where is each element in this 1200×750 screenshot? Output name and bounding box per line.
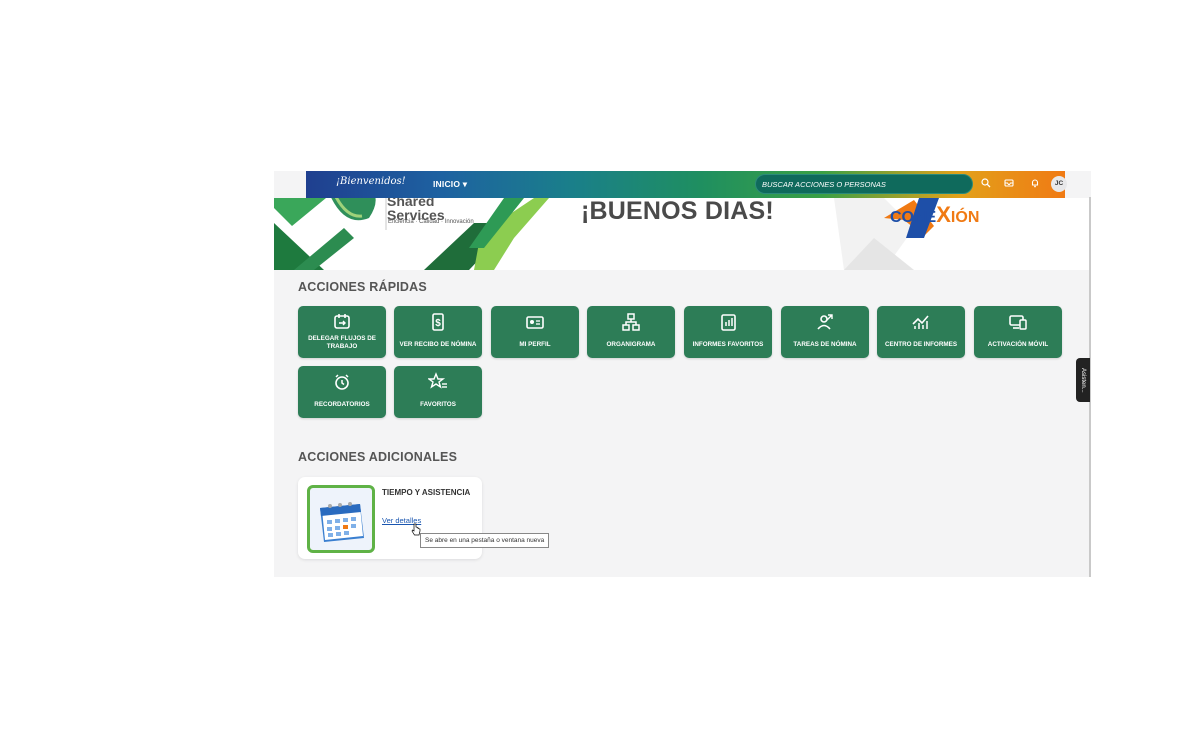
tile-ver-recibo-nomina[interactable]: $ VER RECIBO DE NÓMINA [394, 306, 482, 358]
svg-text:$: $ [435, 318, 441, 329]
tile-centro-informes[interactable]: CENTRO DE INFORMES [877, 306, 965, 358]
conexion-logo-part1: CONE [890, 209, 937, 226]
additional-actions-title: ACCIONES ADICIONALES [298, 450, 458, 464]
top-left-strip [274, 171, 306, 198]
brand-tagline: Eficiencia · Calidad · Innovación [388, 219, 474, 225]
star-list-icon [394, 372, 482, 390]
tile-label: ACTIVACIÓN MÓVIL [987, 341, 1049, 348]
tile-label: DELEGAR FLUJOS DE TRABAJO [308, 335, 376, 350]
conexion-logo: CONEXIÓN [890, 202, 979, 228]
quick-actions-title: ACCIONES RÁPIDAS [298, 280, 427, 294]
tile-label: VER RECIBO DE NÓMINA [399, 341, 477, 348]
inicio-menu-label: INICIO [433, 179, 461, 189]
tooltip: Se abre en una pestaña o ventana nueva [420, 533, 550, 548]
search-icon[interactable] [980, 178, 992, 190]
tile-label: INFORMES FAVORITOS [692, 341, 764, 348]
org-chart-icon [587, 312, 675, 331]
tile-activacion-movil[interactable]: ACTIVACIÓN MÓVIL [974, 306, 1062, 358]
receipt-dollar-icon: $ [394, 312, 482, 331]
tile-informes-favoritos[interactable]: INFORMES FAVORITOS [684, 306, 772, 358]
tile-recordatorios[interactable]: RECORDATORIOS [298, 366, 386, 418]
bell-icon[interactable] [1029, 178, 1041, 190]
card-title: TIEMPO Y ASISTENCIA [382, 488, 471, 497]
tile-label: FAVORITOS [420, 401, 456, 408]
user-avatar[interactable]: JC [1051, 176, 1067, 192]
chevron-down-icon: ▾ [462, 179, 468, 189]
tile-label: CENTRO DE INFORMES [884, 341, 958, 348]
inbox-icon[interactable] [1003, 178, 1015, 190]
tile-tareas-nomina[interactable]: TAREAS DE NÓMINA [781, 306, 869, 358]
tile-label: MI PERFIL [519, 341, 551, 348]
tile-organigrama[interactable]: ORGANIGRAMA [587, 306, 675, 358]
reminder-clock-icon [298, 372, 386, 390]
tile-label: ORGANIGRAMA [606, 341, 656, 348]
tile-delegar-flujos[interactable]: DELEGAR FLUJOS DE TRABAJO [298, 306, 386, 358]
conexion-logo-x: X [936, 202, 951, 227]
search-box[interactable] [755, 174, 973, 194]
mobile-device-icon [974, 312, 1062, 330]
analytics-icon [877, 312, 965, 330]
search-input[interactable] [762, 178, 962, 191]
calendar-arrow-icon [298, 312, 386, 330]
inicio-menu[interactable]: INICIO ▾ [433, 179, 467, 190]
tile-label: TAREAS DE NÓMINA [793, 341, 857, 348]
greeting-title: ¡BUENOS DIAS! [581, 198, 774, 225]
app-frame: ¡Bienvenidos! INICIO ▾ JC [274, 171, 1091, 577]
calendar-illustration-icon [307, 485, 375, 553]
assistant-side-tab[interactable]: Asisten... [1076, 358, 1090, 402]
welcome-banner: Shared Services Eficiencia · Calidad · In… [274, 198, 1091, 270]
favorite-report-icon [684, 312, 772, 331]
tile-mi-perfil[interactable]: MI PERFIL [491, 306, 579, 358]
id-card-icon [491, 312, 579, 330]
payroll-tasks-icon [781, 312, 869, 330]
conexion-logo-part3: IÓN [950, 209, 980, 226]
tile-favoritos[interactable]: FAVORITOS [394, 366, 482, 418]
welcome-logo[interactable]: ¡Bienvenidos! [336, 176, 406, 187]
tile-label: RECORDATORIOS [314, 401, 370, 408]
top-navigation-bar: ¡Bienvenidos! INICIO ▾ JC [306, 171, 1067, 198]
